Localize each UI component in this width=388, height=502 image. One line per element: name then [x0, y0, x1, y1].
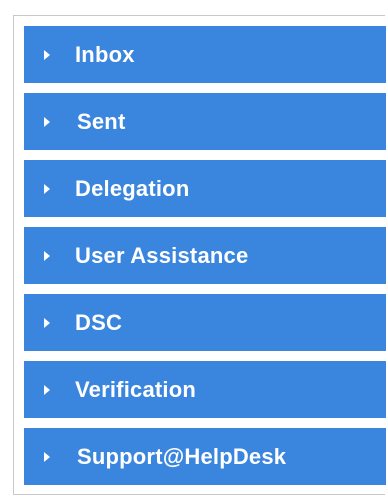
menu-item-dsc[interactable]: DSC — [24, 294, 386, 351]
navigation-panel: Inbox Sent Delegation User Assistance DS… — [13, 15, 386, 495]
caret-right-icon — [44, 183, 50, 194]
caret-right-icon — [44, 250, 50, 261]
menu-item-sent[interactable]: Sent — [24, 93, 386, 150]
menu-item-label: Inbox — [75, 41, 135, 67]
caret-right-icon — [44, 317, 50, 328]
menu-item-verification[interactable]: Verification — [24, 361, 386, 418]
menu-item-label: Verification — [75, 376, 196, 402]
caret-right-icon — [44, 116, 50, 127]
menu-item-user-assistance[interactable]: User Assistance — [24, 227, 386, 284]
menu-item-support-helpdesk[interactable]: Support@HelpDesk — [24, 428, 386, 485]
menu-item-label: Delegation — [75, 175, 190, 201]
menu-item-label: User Assistance — [75, 242, 249, 268]
menu-item-inbox[interactable]: Inbox — [24, 26, 386, 83]
caret-right-icon — [44, 384, 50, 395]
menu-item-delegation[interactable]: Delegation — [24, 160, 386, 217]
menu-item-label: Support@HelpDesk — [77, 443, 287, 469]
navigation-menu: Inbox Sent Delegation User Assistance DS… — [24, 26, 386, 485]
menu-item-label: Sent — [77, 108, 126, 134]
caret-right-icon — [44, 451, 50, 462]
menu-item-label: DSC — [75, 309, 123, 335]
caret-right-icon — [44, 49, 50, 60]
